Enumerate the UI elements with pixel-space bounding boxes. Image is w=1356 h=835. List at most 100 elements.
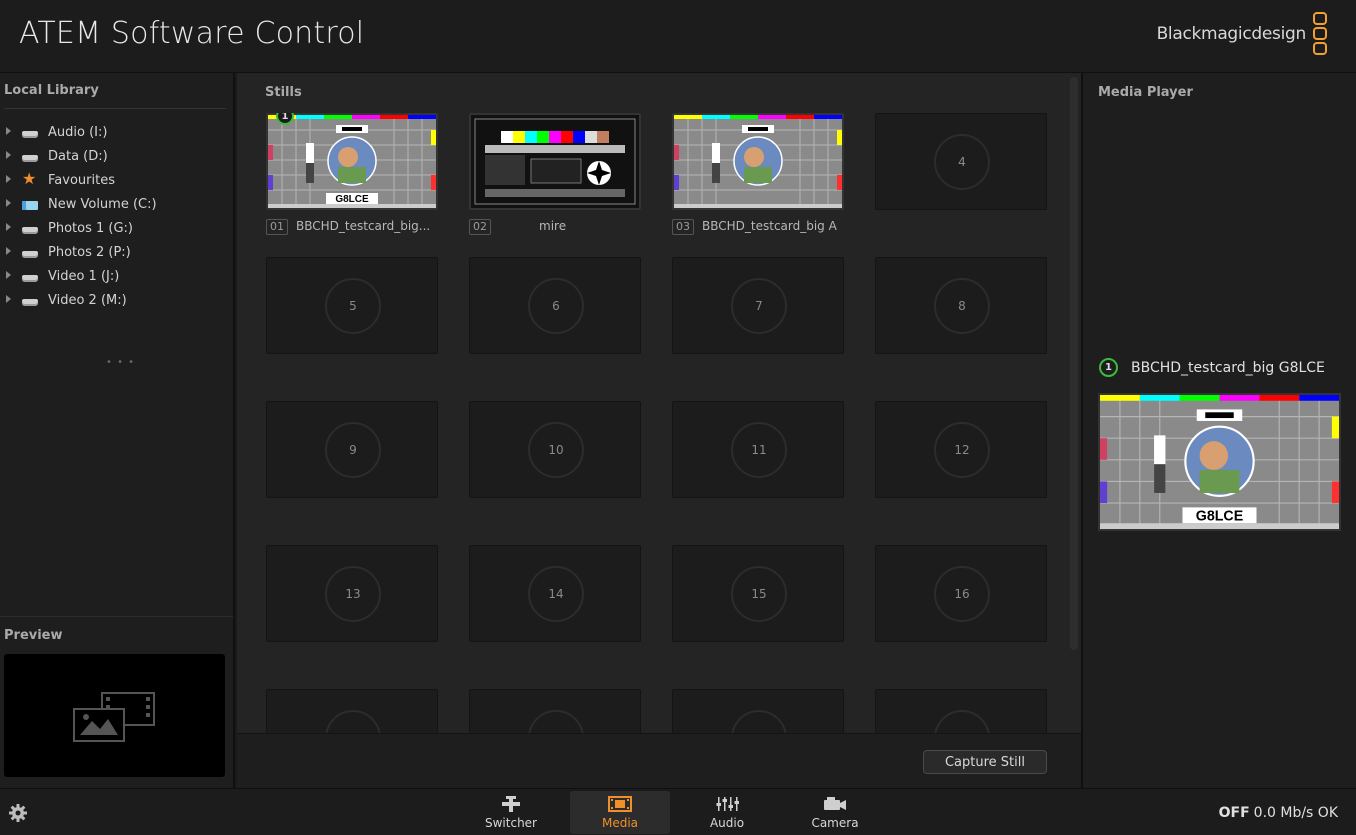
- tab-label: Camera: [811, 816, 859, 830]
- media-icon: [608, 796, 632, 812]
- library-item-photos-2[interactable]: Photos 2 (P:): [0, 241, 230, 265]
- still-slot-7[interactable]: 7: [672, 257, 844, 354]
- library-item-label: Photos 1 (G:): [48, 221, 133, 236]
- still-slot-13[interactable]: 13: [266, 545, 438, 642]
- slot-number: 13: [325, 566, 381, 622]
- still-slot-8[interactable]: 8: [875, 257, 1047, 354]
- tab-label: Audio: [709, 816, 745, 830]
- bottom-navigation: Switcher Media Audio Camera OFF 0.0 Mb/s …: [0, 788, 1356, 835]
- expand-arrow-icon[interactable]: [6, 151, 11, 159]
- expand-arrow-icon[interactable]: [6, 247, 11, 255]
- slot-number: 10: [528, 422, 584, 478]
- connection-status: OFF 0.0 Mb/s OK: [1219, 805, 1338, 821]
- library-item-label: Photos 2 (P:): [48, 245, 131, 260]
- still-slot-10[interactable]: 10: [469, 401, 641, 498]
- still-slot-11[interactable]: 11: [672, 401, 844, 498]
- library-item-photos-1[interactable]: Photos 1 (G:): [0, 217, 230, 241]
- audio-mixer-icon: [716, 797, 739, 811]
- expand-arrow-icon[interactable]: [6, 295, 11, 303]
- star-icon: ★: [22, 169, 37, 188]
- still-name: mire: [539, 219, 567, 233]
- library-list: Audio (I:) Data (D:) ★ Favourites New Vo…: [0, 121, 230, 313]
- media-player-thumbnail: G8LCE: [1098, 393, 1341, 531]
- brand-logo-icon: [1313, 12, 1329, 58]
- still-index: 01: [266, 219, 288, 235]
- tab-camera[interactable]: Camera: [785, 791, 885, 834]
- library-item-new-volume[interactable]: New Volume (C:): [0, 193, 230, 217]
- slot-number: 7: [731, 278, 787, 334]
- drive-icon: [22, 151, 38, 163]
- slot-number: 20: [934, 710, 990, 733]
- local-library-panel: Local Library Audio (I:) Data (D:) ★ Fav…: [0, 73, 235, 788]
- slot-number: 18: [528, 710, 584, 733]
- slot-number: 5: [325, 278, 381, 334]
- gear-icon[interactable]: [8, 803, 28, 823]
- expand-arrow-icon[interactable]: [6, 271, 11, 279]
- still-slot-5[interactable]: 5: [266, 257, 438, 354]
- stills-scrollbar[interactable]: [1070, 77, 1078, 650]
- panel-split-handle[interactable]: • • •: [106, 357, 135, 368]
- still-slot-9[interactable]: 9: [266, 401, 438, 498]
- still-slot-14[interactable]: 14: [469, 545, 641, 642]
- still-slot-18[interactable]: 18: [469, 689, 641, 733]
- testcard-thumbnail: G8LCE: [268, 115, 436, 208]
- slot-number: 19: [731, 710, 787, 733]
- still-slot-6[interactable]: 6: [469, 257, 641, 354]
- switcher-icon: [502, 796, 520, 812]
- stills-grid: 1 G8LCE 01 BBCHD_testcard_big... 02 mire…: [237, 113, 1067, 733]
- tab-media[interactable]: Media: [570, 791, 670, 834]
- still-slot-3[interactable]: [672, 113, 844, 210]
- tab-label: Switcher: [485, 816, 537, 830]
- library-item-favourites[interactable]: ★ Favourites: [0, 169, 230, 193]
- still-slot-17[interactable]: 17: [266, 689, 438, 733]
- stills-toolbar: Capture Still: [237, 733, 1081, 788]
- still-slot-16[interactable]: 16: [875, 545, 1047, 642]
- still-slot-20[interactable]: 20: [875, 689, 1047, 733]
- tab-label: Media: [601, 816, 639, 830]
- drive-icon: [22, 295, 38, 307]
- drive-icon: [22, 223, 38, 235]
- drive-icon: [22, 127, 38, 139]
- library-item-data[interactable]: Data (D:): [0, 145, 230, 169]
- preview-heading: Preview: [4, 628, 63, 643]
- slot-number: 12: [934, 422, 990, 478]
- slot-number: 17: [325, 710, 381, 733]
- divider: [4, 108, 226, 109]
- library-item-video-2[interactable]: Video 2 (M:): [0, 289, 230, 313]
- preview-area: [4, 654, 225, 777]
- library-item-audio[interactable]: Audio (I:): [0, 121, 230, 145]
- expand-arrow-icon[interactable]: [6, 175, 11, 183]
- testcard-thumbnail: [674, 115, 842, 208]
- still-label-1: 01 BBCHD_testcard_big...: [266, 219, 430, 235]
- slot-number: 9: [325, 422, 381, 478]
- slot-number: 14: [528, 566, 584, 622]
- camera-icon: [824, 797, 846, 810]
- media-player-badge: 1: [1099, 358, 1118, 377]
- library-heading: Local Library: [4, 83, 99, 98]
- expand-arrow-icon[interactable]: [6, 199, 11, 207]
- media-player-selection[interactable]: 1 BBCHD_testcard_big G8LCE: [1099, 358, 1325, 377]
- still-slot-12[interactable]: 12: [875, 401, 1047, 498]
- testcard-image: G8LCE: [1100, 395, 1339, 529]
- still-label-2: 02 mire: [469, 219, 566, 235]
- stills-pool: Stills 1 G8LCE 01 BBCHD_testcard_big... …: [237, 73, 1081, 733]
- tab-switcher[interactable]: Switcher: [461, 791, 561, 834]
- still-slot-2[interactable]: [469, 113, 641, 210]
- still-slot-15[interactable]: 15: [672, 545, 844, 642]
- expand-arrow-icon[interactable]: [6, 127, 11, 135]
- library-item-video-1[interactable]: Video 1 (J:): [0, 265, 230, 289]
- still-slot-19[interactable]: 19: [672, 689, 844, 733]
- still-slot-4[interactable]: 4: [875, 113, 1047, 210]
- tab-audio[interactable]: Audio: [677, 791, 777, 834]
- library-item-label: Video 1 (J:): [48, 269, 120, 284]
- media-player-panel: Media Player 1 BBCHD_testcard_big G8LCE …: [1081, 73, 1356, 788]
- library-item-label: New Volume (C:): [48, 197, 157, 212]
- still-name: BBCHD_testcard_big A: [702, 219, 837, 233]
- still-index: 02: [469, 219, 491, 235]
- stills-heading: Stills: [265, 85, 302, 100]
- media-player-heading: Media Player: [1098, 85, 1193, 100]
- divider: [0, 616, 233, 617]
- expand-arrow-icon[interactable]: [6, 223, 11, 231]
- capture-still-button[interactable]: Capture Still: [923, 750, 1047, 774]
- still-slot-1[interactable]: 1 G8LCE: [266, 113, 438, 210]
